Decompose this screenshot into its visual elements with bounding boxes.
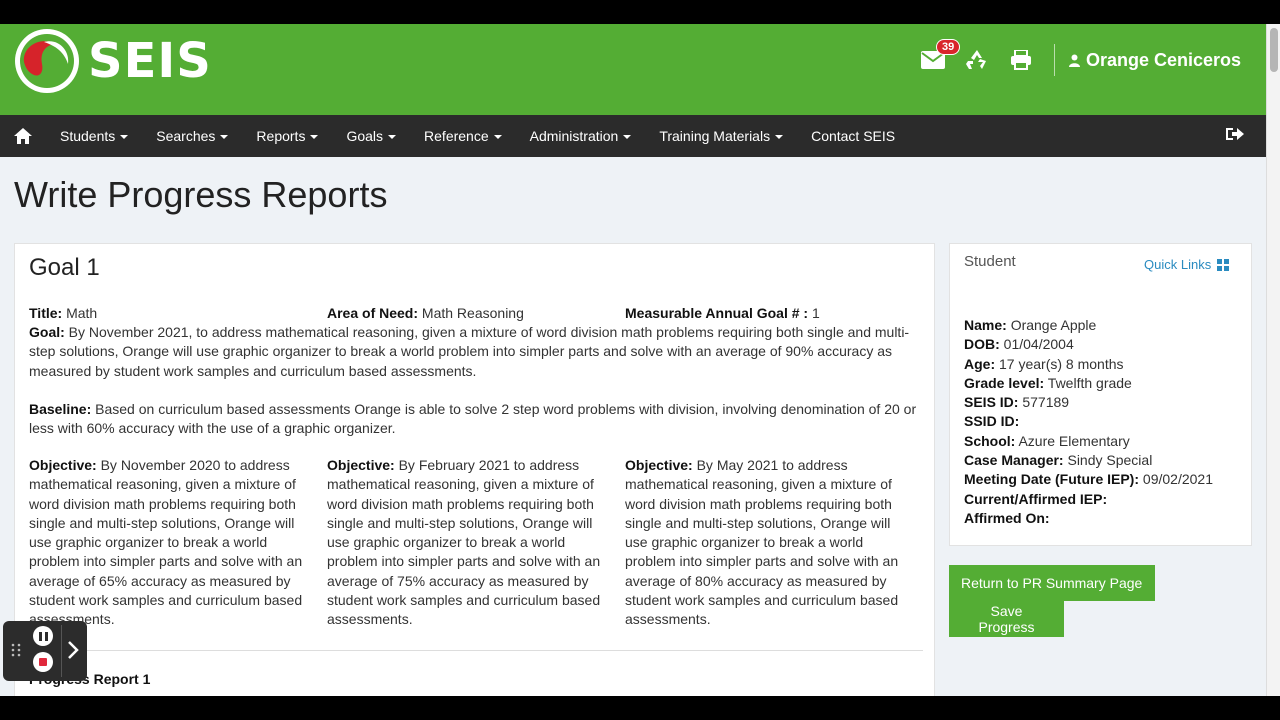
nav-goals[interactable]: Goals [332, 115, 410, 157]
student-grade: Grade level: Twelfth grade [964, 374, 1132, 391]
nav-training-materials[interactable]: Training Materials [645, 115, 797, 157]
nav-contact-seis[interactable]: Contact SEIS [797, 115, 909, 157]
chevron-down-icon [493, 134, 502, 139]
logo-text: SEIS [88, 33, 212, 89]
mail-count-badge: 39 [936, 39, 961, 55]
screen-recorder-widget [3, 621, 87, 681]
nav-reference[interactable]: Reference [410, 115, 516, 157]
annual-goal-number-field: Measurable Annual Goal # : 1 [625, 305, 820, 321]
header-icons: 39 Orange Ceniceros [918, 39, 1241, 76]
section-divider [29, 650, 923, 651]
seis-logo[interactable]: SEIS [14, 28, 212, 94]
recorder-divider [61, 625, 62, 677]
student-school: School: Azure Elementary [964, 432, 1130, 449]
recycle-button[interactable] [962, 45, 992, 75]
student-panel-title: Student [964, 253, 1016, 270]
recycle-icon [966, 50, 986, 69]
baseline-text: Baseline: Based on curriculum based asse… [29, 401, 917, 437]
printer-icon [1011, 50, 1031, 70]
nav-students[interactable]: Students [46, 115, 142, 157]
objectives: Objective: By November 2020 to address m… [29, 456, 923, 630]
student-age: Age: 17 year(s) 8 months [964, 355, 1124, 372]
goal-heading: Goal 1 [29, 254, 100, 281]
chevron-down-icon [623, 134, 632, 139]
area-of-need-field: Area of Need: Math Reasoning [327, 305, 524, 321]
goal-text: Goal: By November 2021, to address mathe… [29, 324, 910, 379]
pause-button[interactable] [33, 626, 53, 646]
user-icon [1069, 54, 1080, 67]
quick-links-button[interactable]: Quick Links [1144, 257, 1230, 272]
sign-out-icon [1226, 128, 1244, 140]
objective-3: Objective: By May 2021 to address mathem… [625, 457, 899, 628]
chevron-right-icon[interactable] [67, 640, 79, 660]
student-seis-id: SEIS ID: 577189 [964, 394, 1070, 411]
home-icon [14, 128, 32, 144]
chevron-down-icon [310, 134, 319, 139]
main-nav: Students Searches Reports Goals Referenc… [0, 115, 1266, 157]
student-case-manager: Case Manager: Sindy Special [964, 452, 1153, 469]
grid-icon [1217, 258, 1230, 271]
home-button[interactable] [0, 128, 46, 144]
chevron-down-icon [775, 134, 784, 139]
save-progress-button[interactable]: Save Progress [949, 601, 1064, 637]
student-panel: Student Quick Links Name: Orange Apple D… [949, 243, 1252, 546]
student-meeting-date: Meeting Date (Future IEP): 09/02/2021 [964, 471, 1213, 488]
mail-button[interactable]: 39 [918, 39, 961, 75]
chevron-down-icon [220, 134, 229, 139]
nav-reports[interactable]: Reports [242, 115, 332, 157]
page-scrollbar[interactable] [1266, 24, 1280, 696]
scrollbar-thumb[interactable] [1270, 28, 1278, 72]
drag-handle-icon[interactable] [11, 643, 21, 657]
goal-panel: Goal 1 Title: Math Area of Need: Math Re… [14, 243, 935, 696]
chevron-down-icon [120, 134, 129, 139]
nav-searches[interactable]: Searches [142, 115, 242, 157]
user-menu[interactable]: Orange Ceniceros [1069, 50, 1241, 71]
objective-1: Objective: By November 2020 to address m… [29, 457, 303, 628]
header-divider [1054, 44, 1055, 76]
user-name: Orange Ceniceros [1086, 49, 1242, 70]
logout-button[interactable] [1226, 126, 1244, 147]
objective-2: Objective: By February 2021 to address m… [327, 457, 601, 628]
app-header: SEIS 39 Orange Ceniceros [0, 24, 1266, 115]
student-ssid-id: SSID ID: [964, 413, 1020, 430]
print-button[interactable] [1006, 45, 1036, 75]
student-affirmed-on: Affirmed On: [964, 509, 1050, 526]
seis-logo-icon [15, 29, 79, 93]
student-details: Name: Orange Apple DOB: 01/04/2004 Age: … [964, 316, 1213, 528]
student-current-iep: Current/Affirmed IEP: [964, 490, 1108, 507]
chevron-down-icon [388, 134, 397, 139]
return-to-pr-summary-button[interactable]: Return to PR Summary Page [949, 565, 1155, 601]
browser-viewport: SEIS 39 Orange Ceniceros Students Search… [0, 24, 1280, 696]
nav-administration[interactable]: Administration [516, 115, 646, 157]
student-dob: DOB: 01/04/2004 [964, 336, 1074, 353]
student-name: Name: Orange Apple [964, 317, 1097, 333]
goal-title-field: Title: Math [29, 305, 98, 321]
goal-meta-row: Title: Math Area of Need: Math Reasoning… [29, 304, 923, 323]
page-title: Write Progress Reports [14, 174, 388, 215]
stop-button[interactable] [33, 652, 53, 672]
